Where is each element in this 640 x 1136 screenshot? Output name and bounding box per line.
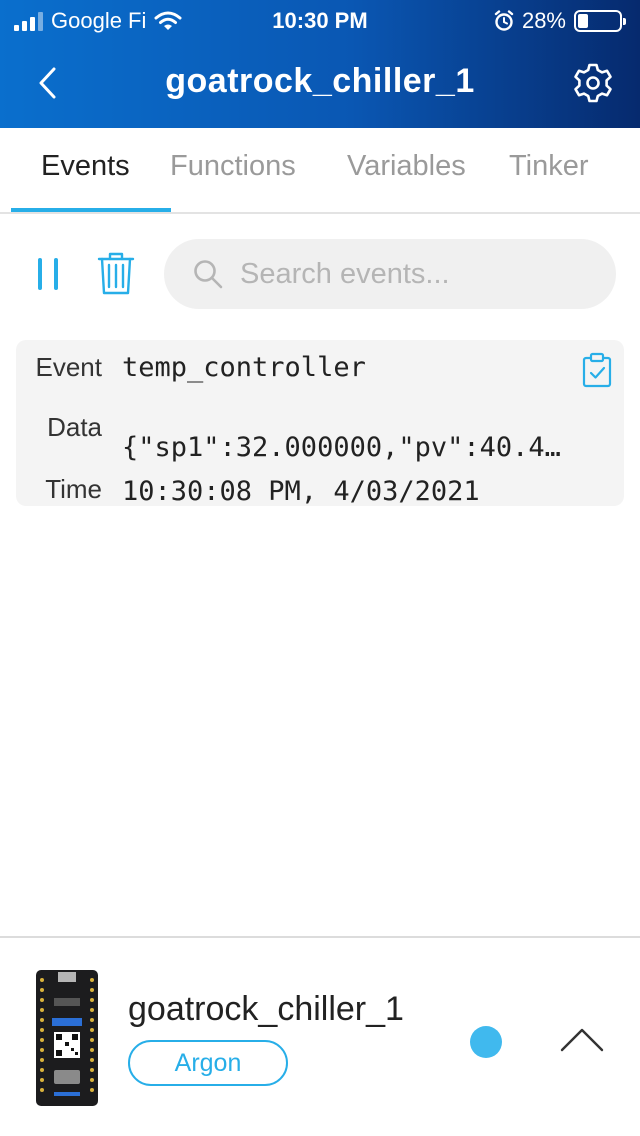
online-status-dot — [470, 1026, 502, 1058]
pause-button[interactable] — [34, 254, 64, 294]
alarm-clock-icon — [494, 10, 514, 31]
page-title: goatrock_chiller_1 — [165, 62, 475, 100]
status-bar: Google Fi 10:30 PM 28% — [0, 0, 640, 42]
tab-bar: Events Functions Variables Tinker — [0, 128, 640, 214]
back-button[interactable] — [26, 60, 72, 106]
app-header: Google Fi 10:30 PM 28% goatrock_chiller_… — [0, 0, 640, 128]
chevron-up-icon — [560, 1028, 604, 1052]
search-box — [164, 239, 616, 309]
tab-variables[interactable]: Variables — [347, 150, 466, 183]
battery-icon — [574, 10, 626, 32]
expand-device-button[interactable] — [558, 1022, 606, 1056]
tab-tinker[interactable]: Tinker — [509, 150, 589, 183]
pause-icon-bar-left — [38, 258, 42, 290]
clear-events-button[interactable] — [96, 250, 136, 296]
event-time-value: 10:30:08 PM, 4/03/2021 — [122, 476, 480, 507]
nav-bar: goatrock_chiller_1 — [0, 42, 640, 128]
device-type-badge[interactable]: Argon — [128, 1040, 288, 1086]
trash-icon — [97, 252, 135, 295]
tab-functions[interactable]: Functions — [170, 150, 296, 183]
gear-icon — [574, 63, 612, 103]
tab-events[interactable]: Events — [41, 150, 130, 183]
event-label: Event — [35, 352, 103, 382]
time-label: Time — [45, 474, 102, 504]
events-toolbar — [0, 214, 640, 334]
settings-button[interactable] — [570, 60, 616, 106]
event-card[interactable]: Event temp_controller Data {"sp1":32.000… — [16, 340, 624, 507]
device-name: goatrock_chiller_1 — [128, 990, 404, 1028]
argon-board-image — [36, 970, 98, 1106]
clipboard-check-icon — [582, 352, 612, 388]
data-label: Data — [47, 412, 102, 442]
event-name-value: temp_controller — [122, 352, 366, 383]
search-icon — [194, 260, 223, 289]
device-bar[interactable]: goatrock_chiller_1 Argon — [0, 936, 640, 1136]
battery-percent: 28% — [521, 8, 566, 33]
status-bar-right: 28% — [494, 8, 626, 34]
copy-event-button[interactable] — [582, 352, 612, 388]
pause-icon-bar-right — [54, 258, 58, 290]
chevron-left-icon — [39, 67, 56, 99]
event-data-value: {"sp1":32.000000,"pv":40.4… — [122, 432, 561, 463]
active-tab-indicator — [11, 208, 171, 212]
search-input[interactable] — [240, 239, 600, 309]
